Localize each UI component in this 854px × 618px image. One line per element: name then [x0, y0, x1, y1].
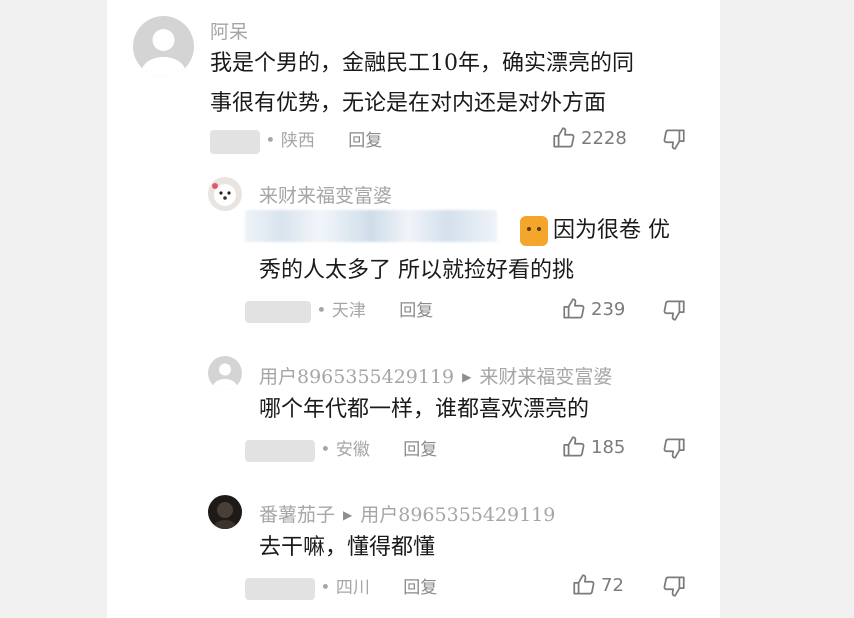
avatar[interactable] — [133, 16, 194, 77]
reply-to-username[interactable]: 来财来福变富婆 — [479, 366, 612, 388]
comment-username[interactable]: 番薯茄子 ▶ 用户8965355429119 — [259, 500, 555, 527]
like-button[interactable]: 72 — [571, 572, 624, 598]
comment-text-line: 因为很卷 优 — [553, 218, 670, 243]
location-label: • 四川 — [320, 578, 370, 598]
dislike-button[interactable] — [661, 126, 687, 156]
like-button[interactable]: 2228 — [551, 125, 627, 151]
avatar[interactable] — [208, 495, 242, 529]
blurred-time — [210, 129, 260, 154]
comment-meta: • 陕西 回复 — [210, 126, 382, 154]
thumbs-up-icon — [563, 436, 585, 457]
comment-meta: • 安徽 回复 — [245, 435, 437, 462]
reply-button[interactable]: 回复 — [348, 131, 382, 151]
triangle-right-icon: ▶ — [343, 508, 353, 522]
comment-username-text[interactable]: 用户8965355429119 — [259, 366, 454, 388]
location-label: • 天津 — [316, 301, 366, 321]
blurred-time — [245, 439, 315, 462]
location-label: • 安徽 — [320, 440, 370, 460]
thumbs-up-icon — [573, 574, 595, 595]
like-button[interactable]: 239 — [561, 296, 625, 322]
like-count: 2228 — [581, 127, 627, 149]
comment-username[interactable]: 用户8965355429119 ▶ 来财来福变富婆 — [259, 362, 612, 389]
comment-meta: • 天津 回复 — [245, 296, 433, 323]
comment-meta: • 四川 回复 — [245, 573, 437, 600]
comment-username-text[interactable]: 番薯茄子 — [259, 504, 335, 526]
thumbs-down-icon — [663, 129, 685, 150]
triangle-right-icon: ▶ — [462, 370, 472, 384]
comment-text-line: 秀的人太多了 所以就捡好看的挑 — [259, 258, 574, 283]
thumbs-up-icon — [563, 298, 585, 319]
comment-text: 哪个年代都一样，谁都喜欢漂亮的 — [259, 390, 699, 430]
comment-text-line: 去干嘛，懂得都懂 — [259, 535, 436, 560]
reply-button[interactable]: 回复 — [403, 578, 437, 598]
comment-text-line: 哪个年代都一样，谁都喜欢漂亮的 — [259, 397, 590, 422]
thumbs-up-icon — [553, 127, 575, 148]
thumbs-down-icon — [663, 576, 685, 597]
dislike-button[interactable] — [661, 573, 687, 603]
comment-text-line: 事很有优势，无论是在对内还是对外方面 — [210, 91, 607, 116]
like-button[interactable]: 185 — [561, 434, 625, 460]
like-count: 72 — [601, 574, 624, 596]
comment-text: 去干嘛，懂得都懂 — [259, 528, 699, 568]
reply-to-username[interactable]: 用户8965355429119 — [360, 504, 555, 526]
comment-text-line: 我是个男的，金融民工10年，确实漂亮的同 — [210, 51, 634, 76]
avatar[interactable] — [208, 177, 242, 211]
comment-username[interactable]: 来财来福变富婆 — [259, 181, 392, 208]
thumbs-down-icon — [663, 438, 685, 459]
comment-text: 因为很卷 优 秀的人太多了 所以就捡好看的挑 — [259, 211, 699, 291]
blurred-time — [245, 577, 315, 600]
location-label: • 陕西 — [265, 131, 315, 151]
comment-text: 我是个男的，金融民工10年，确实漂亮的同 事很有优势，无论是在对内还是对外方面 — [210, 44, 710, 124]
avatar[interactable] — [208, 356, 242, 390]
comment-username[interactable]: 阿呆 — [210, 17, 248, 44]
dislike-button[interactable] — [661, 297, 687, 327]
blurred-time — [245, 300, 311, 323]
comment-panel: 阿呆 我是个男的，金融民工10年，确实漂亮的同 事很有优势，无论是在对内还是对外… — [107, 0, 720, 618]
like-count: 185 — [591, 436, 626, 458]
dislike-button[interactable] — [661, 435, 687, 465]
like-count: 239 — [591, 298, 626, 320]
reply-button[interactable]: 回复 — [399, 301, 433, 321]
reply-button[interactable]: 回复 — [403, 440, 437, 460]
thumbs-down-icon — [663, 300, 685, 321]
